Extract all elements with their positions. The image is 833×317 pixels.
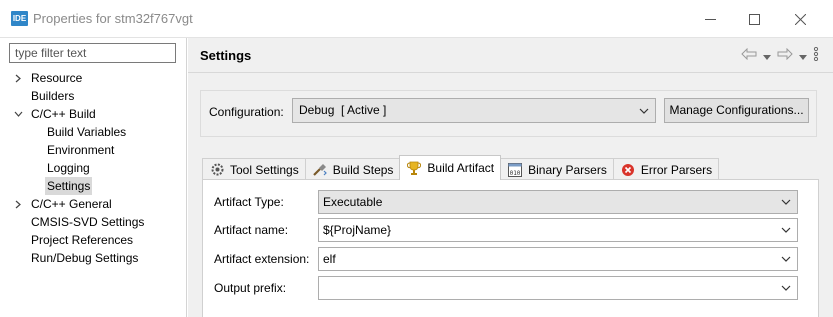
- maximize-icon: [748, 13, 760, 25]
- page-title: Settings: [200, 48, 252, 63]
- chevron-down-icon: [781, 219, 791, 241]
- minimize-icon: [704, 18, 716, 20]
- minimize-button[interactable]: [692, 6, 728, 32]
- tab-label: Error Parsers: [640, 162, 713, 177]
- manage-configurations-button[interactable]: Manage Configurations...: [664, 98, 809, 123]
- tab-label: Tool Settings: [230, 162, 299, 177]
- chevron-right-icon[interactable]: [12, 195, 24, 213]
- tree-item-logging[interactable]: Logging: [0, 159, 186, 177]
- tree-item-label: CMSIS-SVD Settings: [31, 215, 145, 229]
- close-icon: [794, 13, 806, 25]
- tab-label: Build Steps: [332, 162, 394, 177]
- tree-item-build-variables[interactable]: Build Variables: [0, 123, 186, 141]
- tree-item-label: C/C++ General: [31, 197, 112, 211]
- artifact-extension-combo[interactable]: elf: [318, 247, 798, 271]
- tab-label: Binary Parsers: [528, 162, 607, 177]
- tab-tool-settings[interactable]: Tool Settings: [202, 158, 306, 180]
- tree-item-resource[interactable]: Resource: [0, 69, 186, 87]
- tab-build-artifact[interactable]: Build Artifact: [399, 155, 502, 180]
- configuration-label: Configuration:: [209, 105, 284, 119]
- field-label: Artifact Type:: [214, 195, 284, 209]
- more-options-button[interactable]: [813, 46, 819, 64]
- field-value: elf: [323, 252, 336, 266]
- field-value: Executable: [323, 195, 383, 209]
- configuration-group: Configuration: Debug [ Active ] Manage C…: [200, 90, 817, 137]
- tree-item-builders[interactable]: Builders: [0, 87, 186, 105]
- settings-tabs: Tool Settings Build Steps Build Artifact…: [202, 155, 720, 180]
- output-prefix-combo[interactable]: [318, 276, 798, 300]
- error-icon: [620, 162, 636, 178]
- tab-error-parsers[interactable]: Error Parsers: [612, 158, 720, 180]
- tree-item-label: Logging: [47, 161, 90, 175]
- right-panel: Settings Configuration: Debug [ Active ]: [188, 38, 833, 317]
- triangle-down-icon: [763, 54, 771, 60]
- triangle-down-icon: [799, 54, 807, 60]
- artifact-type-select[interactable]: Executable: [318, 190, 798, 214]
- chevron-down-icon: [781, 277, 791, 299]
- field-label: Artifact extension:: [214, 252, 310, 266]
- tree-item-label: Settings: [45, 177, 93, 195]
- tree-item-label: Environment: [47, 143, 115, 157]
- tree-item-c-c-general[interactable]: C/C++ General: [0, 195, 186, 213]
- chevron-down-icon: [639, 99, 649, 122]
- artifact-extension-row: Artifact extension: elf: [203, 247, 820, 271]
- field-label: Output prefix:: [214, 281, 287, 295]
- page-header: Settings: [188, 38, 833, 73]
- tree-item-project-references[interactable]: Project References: [0, 231, 186, 249]
- property-tree: Resource Builders C/C++ Build Build Variabl…: [0, 69, 186, 267]
- app-icon: IDE: [11, 11, 28, 26]
- tree-item-settings[interactable]: Settings: [0, 177, 186, 195]
- configuration-value: Debug [ Active ]: [299, 103, 387, 117]
- tab-build-steps[interactable]: Build Steps: [304, 158, 401, 180]
- tree-item-label: Resource: [31, 71, 83, 85]
- window-title: Properties for stm32f767vgt: [33, 11, 193, 26]
- forward-button[interactable]: [777, 47, 793, 63]
- chevron-down-icon[interactable]: [12, 105, 24, 123]
- title-bar: IDE Properties for stm32f767vgt: [0, 0, 833, 38]
- tree-item-label: Build Variables: [47, 125, 127, 139]
- artifact-name-combo[interactable]: ${ProjName}: [318, 218, 798, 242]
- arrow-right-icon: [777, 47, 793, 61]
- forward-menu-button[interactable]: [799, 49, 807, 63]
- field-value: ${ProjName}: [323, 223, 392, 237]
- trophy-icon: [406, 160, 422, 176]
- tool-settings-icon: [209, 162, 225, 178]
- maximize-button[interactable]: [736, 6, 772, 32]
- tab-binary-parsers[interactable]: 010 Binary Parsers: [500, 158, 614, 180]
- history-nav: [741, 46, 819, 64]
- tree-item-run-debug-settings[interactable]: Run/Debug Settings: [0, 249, 186, 267]
- kebab-menu-icon: [813, 46, 819, 62]
- filter-input[interactable]: [9, 43, 176, 63]
- arrow-left-icon: [741, 47, 757, 61]
- chevron-right-icon[interactable]: [12, 69, 24, 87]
- close-button[interactable]: [782, 6, 818, 32]
- left-panel: Resource Builders C/C++ Build Build Variabl…: [0, 38, 187, 317]
- tree-item-label: Project References: [31, 233, 134, 247]
- tab-label: Build Artifact: [427, 161, 495, 175]
- artifact-name-row: Artifact name: ${ProjName}: [203, 218, 820, 242]
- tree-item-environment[interactable]: Environment: [0, 141, 186, 159]
- configuration-select[interactable]: Debug [ Active ]: [292, 98, 656, 123]
- back-button[interactable]: [741, 47, 757, 63]
- chevron-down-icon: [781, 248, 791, 270]
- tree-item-c-c-build[interactable]: C/C++ Build: [0, 105, 186, 123]
- svg-text:010: 010: [510, 170, 521, 177]
- tree-item-label: C/C++ Build: [31, 107, 96, 121]
- binary-icon: 010: [507, 162, 523, 178]
- back-menu-button[interactable]: [763, 49, 771, 63]
- build-artifact-panel: Artifact Type: Executable Artifact name:…: [202, 179, 819, 317]
- tree-item-label: Builders: [31, 89, 75, 103]
- artifact-type-row: Artifact Type: Executable: [203, 190, 820, 214]
- field-label: Artifact name:: [214, 223, 289, 237]
- chevron-down-icon: [781, 191, 791, 213]
- tree-item-cmsis-svd-settings[interactable]: CMSIS-SVD Settings: [0, 213, 186, 231]
- build-steps-icon: [312, 162, 328, 178]
- tree-item-label: Run/Debug Settings: [31, 251, 139, 265]
- output-prefix-row: Output prefix:: [203, 276, 820, 300]
